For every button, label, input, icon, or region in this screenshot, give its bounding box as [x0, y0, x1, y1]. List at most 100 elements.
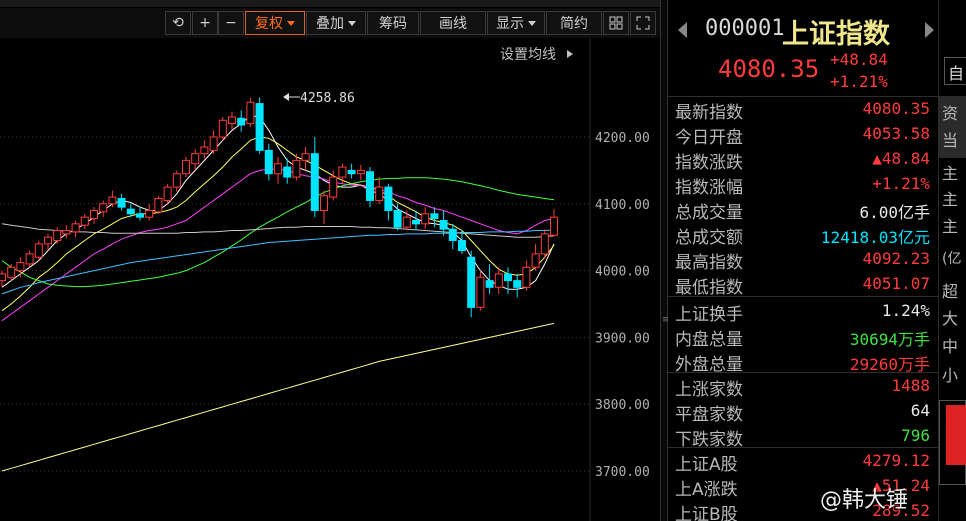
overlay-label: 叠加: [316, 16, 344, 32]
quote-label: 最新指数: [675, 103, 743, 123]
restore-rights-dropdown[interactable]: 复权: [245, 11, 305, 35]
overlay-dropdown[interactable]: 叠加: [306, 11, 366, 35]
chips-label: 筹码: [379, 16, 407, 32]
candle-body: [145, 209, 154, 218]
quote-row: 今日开盘 4053.58: [668, 123, 938, 148]
quote-label: 上A涨跌: [675, 480, 738, 500]
side-item: 超: [942, 282, 959, 301]
zoom-in-button[interactable]: +: [192, 11, 218, 35]
kline-chart[interactable]: 4200.00 4100.00 4000.00 3900.00 3800.00 3700.…: [0, 38, 660, 521]
side-bar-red: [946, 405, 966, 465]
display-dropdown[interactable]: 显示: [487, 11, 545, 35]
candle-body: [421, 213, 430, 225]
candle: [540, 229, 549, 259]
candle-body: [237, 117, 246, 126]
side-tab-fund[interactable]: 资: [942, 100, 958, 124]
candle: [16, 257, 25, 278]
candle-body: [531, 253, 540, 268]
candle-body: [154, 197, 163, 213]
candle-body: [209, 136, 218, 151]
quote-label: 上涨家数: [675, 380, 743, 400]
candle-body: [117, 197, 126, 208]
quote-row: 内盘总量 30694万手: [668, 325, 938, 350]
quote-label: 上证B股: [675, 505, 738, 521]
candle-body: [320, 195, 328, 211]
quote-value: 4051.07: [862, 274, 930, 293]
candle-body: [90, 209, 98, 219]
quote-label: 总成交量: [675, 203, 743, 223]
candle: [99, 200, 108, 218]
candle-body: [0, 273, 6, 282]
restore-zoom-button[interactable]: ⟲: [165, 11, 191, 35]
candle: [53, 227, 62, 244]
prev-stock-icon[interactable]: [678, 22, 687, 38]
quote-row: 指数涨幅 +1.21%: [668, 173, 938, 198]
candle-body: [163, 186, 172, 201]
candle: [7, 263, 16, 281]
candle: [136, 207, 144, 221]
candle-body: [356, 169, 365, 175]
chips-button[interactable]: 筹码: [367, 11, 419, 35]
panel-splitter[interactable]: [660, 0, 668, 521]
high-price-marker: 4258.86: [283, 91, 355, 106]
price-change-pct: +1.21%: [830, 72, 888, 91]
side-item: (亿: [942, 251, 962, 267]
quote-row: 最低指数 4051.07: [668, 273, 938, 298]
quote-value: 64: [910, 401, 930, 420]
candle-body: [218, 119, 227, 138]
candle: [264, 143, 273, 181]
quote-value: 1488: [891, 376, 930, 395]
candle: [522, 260, 531, 291]
candle-body: [338, 166, 347, 178]
quote-label: 上证A股: [675, 455, 738, 475]
candle-body: [7, 266, 16, 278]
candle: [62, 225, 71, 239]
candle: [71, 220, 80, 238]
candle: [145, 203, 154, 221]
candle-body: [366, 171, 374, 201]
candle: [182, 157, 190, 178]
quote-label: 内盘总量: [675, 330, 743, 350]
candle: [393, 203, 402, 231]
stock-code: 000001: [705, 16, 785, 41]
auto-button[interactable]: 自: [944, 57, 966, 85]
draw-line-button[interactable]: 画线: [420, 11, 486, 35]
restore-rights-label: 复权: [255, 16, 283, 32]
next-stock-icon[interactable]: [925, 22, 934, 38]
quote-row: 外盘总量 29260万手: [668, 350, 938, 375]
candle-body: [255, 103, 264, 151]
ma-setting-button[interactable]: 设置均线: [500, 44, 556, 64]
candle: [375, 177, 384, 204]
quote-label: 指数涨幅: [675, 178, 743, 198]
candle: [329, 170, 338, 201]
y-tick-label: 4100.00: [595, 198, 650, 213]
candle: [402, 210, 411, 231]
candle-body: [292, 159, 301, 178]
candle-body: [71, 223, 80, 233]
candle: [228, 111, 236, 129]
candle-body: [393, 209, 402, 228]
stock-name: 上证指数: [782, 19, 890, 50]
price-change: +48.84: [830, 50, 888, 69]
candle: [209, 130, 218, 154]
chart-type-button[interactable]: [603, 11, 629, 35]
quote-label: 最低指数: [675, 278, 743, 298]
candle: [301, 147, 310, 171]
quote-row: 最新指数 4080.35: [668, 98, 938, 123]
fullscreen-button[interactable]: [630, 11, 656, 35]
candle: [476, 270, 485, 311]
candle-body: [53, 230, 62, 242]
candle-body: [439, 220, 448, 230]
candle-body: [485, 280, 494, 288]
simple-mode-button[interactable]: 简约: [546, 11, 602, 35]
quote-value: 30694万手: [849, 330, 930, 349]
candle-body: [191, 153, 200, 165]
quote-value: 6.00亿手: [859, 203, 930, 222]
chevron-down-icon: [348, 20, 356, 26]
zoom-out-button[interactable]: −: [218, 11, 244, 35]
side-tab-current[interactable]: 当: [942, 127, 958, 151]
minus-icon: −: [225, 15, 237, 31]
quote-label: 最高指数: [675, 253, 743, 273]
chevron-right-icon: [567, 50, 573, 58]
candle: [25, 250, 34, 268]
